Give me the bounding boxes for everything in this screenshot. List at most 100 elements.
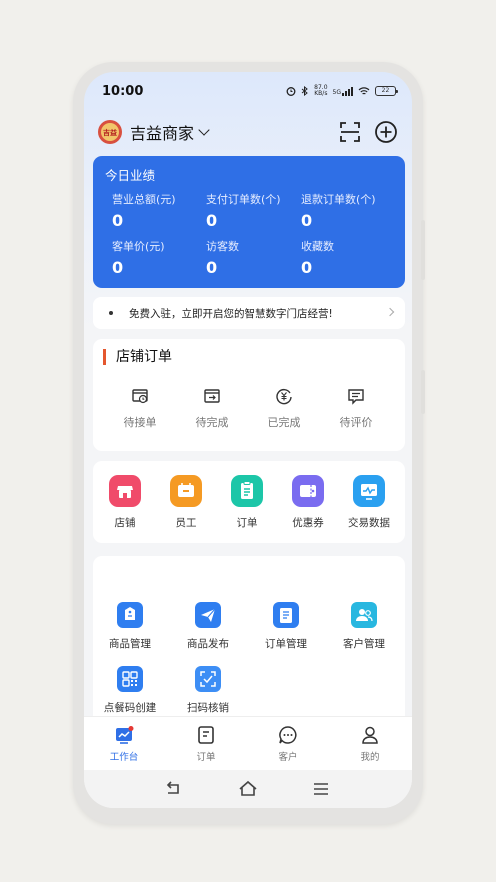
metric-visitors[interactable]: 访客数 0 (206, 238, 306, 277)
order-manage[interactable]: 订单管理 (246, 602, 326, 651)
notice-banner[interactable]: 免费入驻，立即开启您的智慧数字门店经营! (93, 297, 405, 329)
pending-order-icon (131, 387, 149, 405)
metric-label: 支付订单数(个) (206, 193, 281, 206)
trade-data-icon (353, 475, 385, 507)
metric-label: 收藏数 (301, 240, 334, 253)
phone-screen: 10:00 87.0 KB/s 5G 22 吉益 吉益商家 今日业绩 营业总额(… (84, 72, 412, 808)
status-bar: 10:00 87.0 KB/s 5G 22 (84, 72, 412, 110)
bottom-tabbar: 工作台 订单 客户 我的 (84, 716, 412, 770)
metric-value: 0 (206, 211, 218, 230)
metric-label: 客单价(元) (112, 240, 165, 253)
quick-tools-card: 店铺 员工 订单 优惠券 交易数据 (93, 461, 405, 543)
plus-circle-icon[interactable] (374, 120, 398, 144)
volume-button (421, 220, 425, 280)
signal-group: 5G (332, 86, 353, 96)
order-status-completed[interactable]: 已完成 (254, 387, 314, 430)
metric-avg-order-value[interactable]: 客单价(元) 0 (112, 238, 212, 277)
order-icon (231, 475, 263, 507)
menu-icon[interactable] (310, 779, 332, 799)
metric-value: 0 (206, 258, 218, 277)
metric-refund-orders[interactable]: 退款订单数(个) 0 (301, 191, 401, 230)
store-avatar[interactable]: 吉益 (98, 120, 122, 144)
bluetooth-icon (301, 86, 308, 96)
tool-label: 优惠券 (292, 517, 324, 529)
profile-icon (360, 725, 380, 745)
home-icon[interactable] (237, 779, 259, 799)
customer-manage-icon (351, 602, 377, 628)
metric-value: 0 (301, 211, 313, 230)
coupon-icon (292, 475, 324, 507)
bullet-dot (109, 311, 113, 315)
tab-label: 客户 (278, 752, 298, 763)
store-icon (109, 475, 141, 507)
metric-value: 0 (112, 258, 124, 277)
management-label: 客户管理 (343, 638, 385, 650)
metric-label: 营业总额(元) (112, 193, 176, 206)
product-publish-icon (195, 602, 221, 628)
system-navbar (84, 770, 412, 808)
tool-label: 订单 (236, 517, 258, 529)
tool-staff[interactable]: 员工 (156, 475, 216, 530)
product-publish[interactable]: 商品发布 (168, 602, 248, 651)
order-status-pending[interactable]: 待接单 (110, 387, 170, 430)
product-manage[interactable]: 商品管理 (90, 602, 170, 651)
metric-favorites[interactable]: 收藏数 0 (301, 238, 401, 277)
customer-chat-icon (278, 725, 298, 745)
management-label: 商品管理 (109, 638, 151, 650)
tool-order[interactable]: 订单 (217, 475, 277, 530)
notice-text: 免费入驻，立即开启您的智慧数字门店经营! (129, 307, 333, 320)
qr-create[interactable]: 点餐码创建 (90, 666, 170, 715)
order-status-label: 待接单 (123, 416, 157, 429)
chevron-down-icon[interactable] (198, 124, 210, 136)
tab-label: 我的 (360, 752, 380, 763)
metric-value: 0 (112, 211, 124, 230)
order-status-in-progress[interactable]: 待完成 (182, 387, 242, 430)
tab-label: 订单 (196, 752, 216, 763)
network-type: 5G (332, 88, 341, 96)
tab-customers[interactable]: 客户 (258, 725, 318, 763)
scan-verify[interactable]: 扫码核销 (168, 666, 248, 715)
scan-verify-icon (195, 666, 221, 692)
chevron-right-icon (385, 307, 395, 317)
back-icon[interactable] (163, 779, 185, 799)
management-label: 扫码核销 (187, 702, 229, 714)
power-button (421, 370, 425, 414)
order-status-label: 待评价 (339, 416, 373, 429)
review-icon (347, 387, 365, 405)
in-progress-icon (203, 387, 221, 405)
status-icons: 87.0 KB/s 5G 22 (286, 85, 398, 97)
tab-orders[interactable]: 订单 (176, 725, 236, 763)
order-status-review[interactable]: 待评价 (326, 387, 386, 430)
tab-workbench[interactable]: 工作台 (94, 725, 154, 763)
order-manage-icon (273, 602, 299, 628)
wifi-icon (358, 87, 370, 95)
management-label: 商品发布 (187, 638, 229, 650)
metric-label: 退款订单数(个) (301, 193, 376, 206)
order-status-label: 待完成 (195, 416, 229, 429)
scan-icon[interactable] (338, 120, 362, 144)
tool-store[interactable]: 店铺 (95, 475, 155, 530)
tab-label: 工作台 (109, 752, 139, 763)
store-name[interactable]: 吉益商家 (130, 120, 194, 144)
tab-profile[interactable]: 我的 (340, 725, 400, 763)
status-time: 10:00 (102, 84, 144, 99)
metric-label: 访客数 (206, 240, 239, 253)
staff-icon (170, 475, 202, 507)
tool-coupon[interactable]: 优惠券 (278, 475, 338, 530)
today-performance-card: 今日业绩 营业总额(元) 0 支付订单数(个) 0 退款订单数(个) 0 客单价… (93, 156, 405, 288)
qr-create-icon (117, 666, 143, 692)
tool-trade-data[interactable]: 交易数据 (339, 475, 399, 530)
network-speed: 87.0 KB/s (314, 85, 327, 97)
battery-icon: 22 (375, 86, 398, 96)
customer-manage[interactable]: 客户管理 (324, 602, 404, 651)
metric-paid-orders[interactable]: 支付订单数(个) 0 (206, 191, 306, 230)
metric-total-revenue[interactable]: 营业总额(元) 0 (112, 191, 212, 230)
performance-title: 今日业绩 (105, 168, 156, 183)
battery-level: 22 (381, 87, 390, 94)
management-label: 点餐码创建 (103, 702, 157, 714)
signal-icon (342, 86, 353, 96)
store-logo-text: 吉益 (103, 129, 117, 137)
management-label: 订单管理 (265, 638, 307, 650)
network-speed-unit: KB/s (314, 90, 328, 97)
store-orders-card: 店铺订单 待接单 待完成 已完成 待评价 (93, 339, 405, 451)
